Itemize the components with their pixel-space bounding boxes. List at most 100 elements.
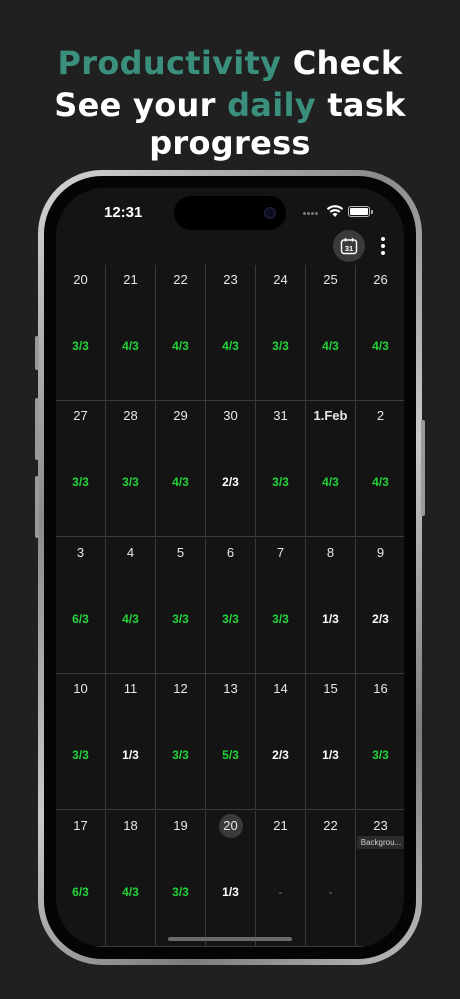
calendar-day-cell[interactable]: 27 3/3 xyxy=(56,401,106,538)
calendar-day-cell[interactable]: 6 3/3 xyxy=(206,537,256,674)
task-progress-score: 6/3 xyxy=(72,611,89,626)
day-number: 13 xyxy=(223,681,238,697)
task-progress-score: 4/3 xyxy=(122,884,139,899)
calendar-day-cell[interactable]: 22 4/3 xyxy=(156,265,206,401)
day-number: 1.Feb xyxy=(313,408,348,424)
day-number: 22 xyxy=(323,817,338,833)
calendar-day-cell[interactable]: 29 4/3 xyxy=(156,401,206,538)
calendar-day-cell[interactable]: 22 - xyxy=(306,810,356,947)
day-number: 12 xyxy=(173,681,188,697)
task-progress-score: 3/3 xyxy=(272,339,289,353)
calendar-day-cell[interactable]: 21 4/3 xyxy=(106,265,156,401)
calendar-icon: 31 xyxy=(340,238,358,255)
task-progress-score: 3/3 xyxy=(72,475,89,490)
phone-volume-up-button xyxy=(35,398,39,460)
calendar-day-cell[interactable]: 23 Backgrou... xyxy=(356,811,404,947)
task-progress-score: 4/3 xyxy=(222,339,239,353)
day-number: 19 xyxy=(173,817,188,833)
day-number: 5 xyxy=(176,544,185,560)
status-time: 12:31 xyxy=(104,204,143,221)
day-number: 17 xyxy=(73,817,88,833)
calendar-day-cell[interactable]: 13 5/3 xyxy=(206,674,256,811)
camera-icon xyxy=(264,207,276,219)
calendar-icon-day: 31 xyxy=(345,244,353,253)
calendar-day-cell[interactable]: 4 4/3 xyxy=(106,537,156,674)
calendar-day-cell[interactable]: 28 3/3 xyxy=(106,401,156,538)
task-progress-score: 4/3 xyxy=(322,339,339,353)
calendar-day-cell[interactable]: 30 2/3 xyxy=(206,401,256,538)
calendar-day-cell[interactable]: 25 4/3 xyxy=(306,265,356,401)
task-progress-score: - xyxy=(328,884,333,899)
task-progress-score: 3/3 xyxy=(172,611,189,626)
task-progress-score: 3/3 xyxy=(122,475,139,490)
calendar-day-cell[interactable]: 8 1/3 xyxy=(306,537,356,674)
calendar-day-cell[interactable]: 10 3/3 xyxy=(56,674,106,811)
day-number: 21 xyxy=(123,272,138,287)
day-number: 27 xyxy=(73,408,88,424)
task-progress-score: 4/3 xyxy=(172,339,189,353)
calendar-day-cell[interactable]: 20 3/3 xyxy=(56,265,106,401)
battery-icon xyxy=(348,206,373,217)
task-progress-score: 4/3 xyxy=(172,475,189,490)
calendar-day-cell[interactable]: 3 6/3 xyxy=(56,537,106,674)
task-progress-score: 3/3 xyxy=(72,748,89,763)
task-progress-score: 3/3 xyxy=(272,475,289,490)
calendar-day-cell[interactable]: 24 3/3 xyxy=(256,265,306,401)
calendar-day-cell[interactable]: 14 2/3 xyxy=(256,674,306,811)
task-progress-score: 2/3 xyxy=(372,611,389,626)
dynamic-island xyxy=(174,196,286,230)
day-number: 2 xyxy=(376,408,385,424)
calendar-day-cell[interactable]: 5 3/3 xyxy=(156,537,206,674)
day-number: 9 xyxy=(376,544,385,560)
headline-accent-daily: daily xyxy=(227,86,316,124)
day-number: 23 xyxy=(373,817,388,833)
event-badge[interactable]: Backgrou... xyxy=(357,835,404,849)
phone-screen: 12:31 31 20 3/3 21 4/3 22 4/3 23 4/3 24 3/3 25 4/3 2… xyxy=(56,188,404,947)
calendar-day-cell[interactable]: 2 4/3 xyxy=(356,401,404,538)
calendar-day-cell[interactable]: 20 1/3 xyxy=(206,810,256,947)
more-options-button[interactable] xyxy=(374,232,392,260)
task-progress-score: 3/3 xyxy=(172,884,189,899)
day-number: 21 xyxy=(273,817,288,833)
calendar-day-cell[interactable]: 18 4/3 xyxy=(106,810,156,947)
day-number: 20 xyxy=(73,272,88,287)
signal-icon xyxy=(303,212,321,216)
day-number: 3 xyxy=(76,544,85,560)
calendar-day-cell[interactable]: 26 4/3 xyxy=(356,265,404,401)
task-progress-score: 3/3 xyxy=(372,748,389,763)
headline-line-1: Productivity Check xyxy=(0,44,460,82)
calendar-today-button[interactable]: 31 xyxy=(333,230,365,262)
home-indicator xyxy=(168,937,292,941)
day-number: 4 xyxy=(126,544,135,560)
phone-volume-down-button xyxy=(35,476,39,538)
day-number: 14 xyxy=(273,681,288,697)
task-progress-score: 4/3 xyxy=(372,339,389,353)
task-progress-score: 4/3 xyxy=(122,339,139,353)
phone-power-button xyxy=(421,420,425,516)
day-number: 26 xyxy=(373,272,388,287)
task-progress-score: 1/3 xyxy=(122,748,139,763)
task-progress-score: 6/3 xyxy=(72,884,89,899)
task-progress-score: 3/3 xyxy=(72,339,89,353)
day-number: 11 xyxy=(123,681,138,697)
calendar-day-cell[interactable]: 11 1/3 xyxy=(106,674,156,811)
calendar-day-cell[interactable]: 7 3/3 xyxy=(256,537,306,674)
task-progress-score: 2/3 xyxy=(272,748,289,763)
task-progress-score: - xyxy=(278,884,283,899)
calendar-day-cell[interactable]: 15 1/3 xyxy=(306,674,356,811)
day-number: 10 xyxy=(73,681,88,697)
calendar-day-cell[interactable]: 23 4/3 xyxy=(206,265,256,401)
phone-action-button xyxy=(35,336,39,370)
calendar-day-cell[interactable]: 1.Feb 4/3 xyxy=(306,401,356,538)
calendar-day-cell[interactable]: 16 3/3 xyxy=(356,674,404,811)
today-date-label: 20 xyxy=(206,813,255,838)
task-progress-score: 2/3 xyxy=(222,475,239,490)
calendar-day-cell[interactable]: 19 3/3 xyxy=(156,810,206,947)
calendar-day-cell[interactable]: 17 6/3 xyxy=(56,810,106,947)
wifi-icon xyxy=(326,205,344,217)
calendar-day-cell[interactable]: 12 3/3 xyxy=(156,674,206,811)
day-number: 23 xyxy=(223,272,238,287)
calendar-day-cell[interactable]: 21 - xyxy=(256,810,306,947)
calendar-day-cell[interactable]: 31 3/3 xyxy=(256,401,306,538)
calendar-day-cell[interactable]: 9 2/3 xyxy=(356,538,404,674)
